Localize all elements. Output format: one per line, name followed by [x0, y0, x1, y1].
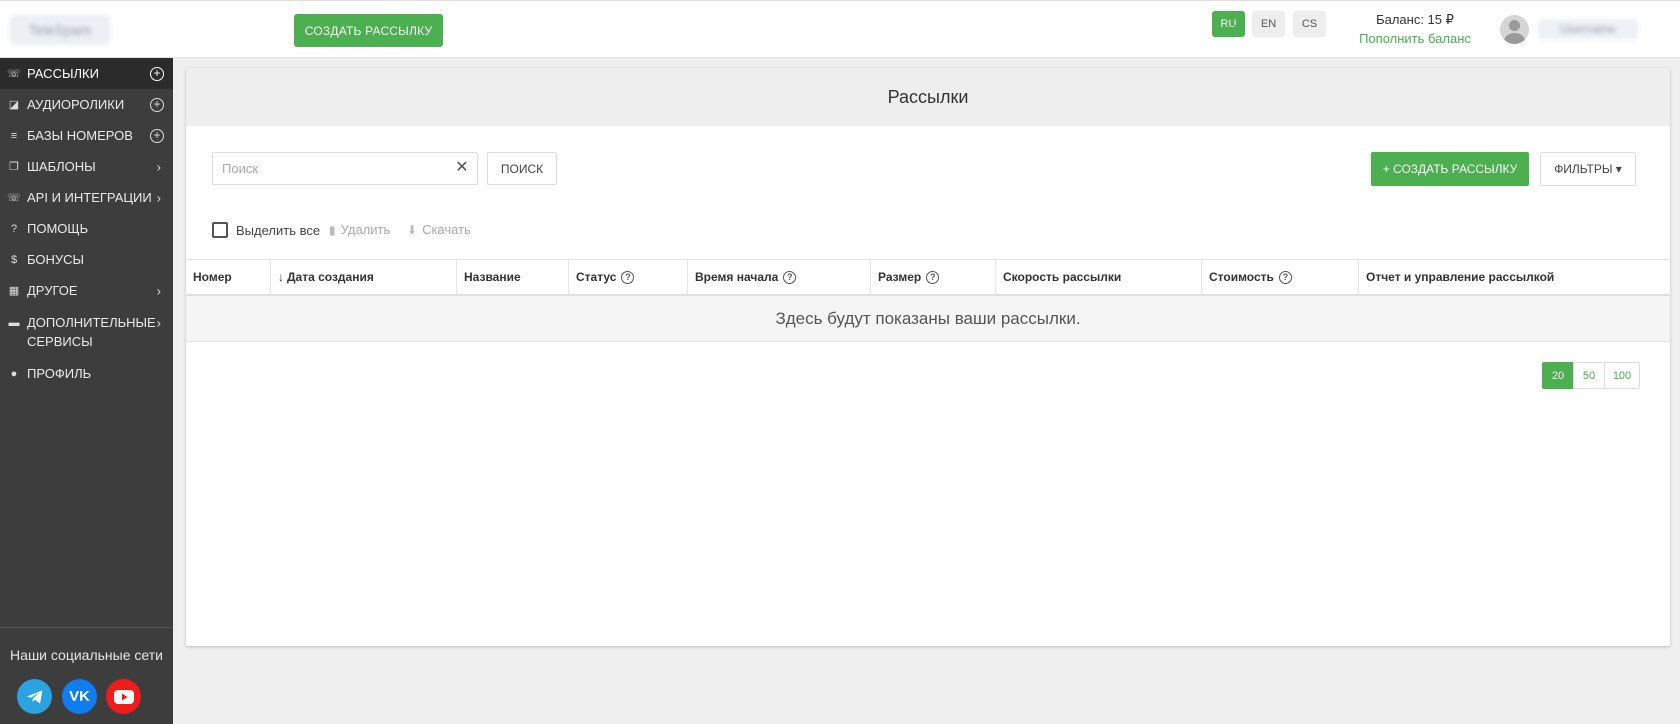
help-icon[interactable]: ?	[621, 270, 635, 284]
column-header-number[interactable]: Номер	[186, 260, 271, 294]
avatar[interactable]	[1500, 15, 1529, 44]
help-icon[interactable]: ?	[926, 270, 940, 284]
sidebar-item-label: ШАБЛОНЫ	[27, 159, 96, 174]
search-button[interactable]: ПОИСК	[487, 152, 557, 185]
sidebar-item-other[interactable]: ▦ ДРУГОЕ ›	[0, 275, 173, 306]
download-label: Скачать	[422, 222, 471, 237]
chevron-right-icon: ›	[156, 283, 161, 298]
question-icon: ?	[10, 222, 18, 235]
dollar-icon: $	[10, 253, 18, 266]
lang-en-button[interactable]: EN	[1252, 11, 1285, 37]
sidebar-item-label: АУДИОРОЛИКИ	[27, 97, 125, 112]
table-header: Номер ↓ Дата создания Название Статус ? …	[186, 259, 1670, 296]
sidebar-item-mailings[interactable]: ☏ РАССЫЛКИ +	[0, 58, 173, 89]
delete-button[interactable]: ▮ Удалить	[329, 222, 390, 237]
column-header-start-time[interactable]: Время начала ?	[688, 260, 871, 294]
mailings-card: Рассылки ✕ ПОИСК + СОЗДАТЬ РАССЫЛКУ ФИЛЬ…	[186, 68, 1670, 646]
add-circle-icon[interactable]: +	[150, 66, 164, 81]
sidebar-item-label: БОНУСЫ	[27, 252, 85, 267]
vk-icon[interactable]: VK	[62, 679, 97, 714]
chevron-right-icon: ›	[156, 315, 161, 331]
page-size-50[interactable]: 50	[1573, 362, 1605, 389]
youtube-icon[interactable]	[106, 679, 141, 714]
sidebar-item-bonuses[interactable]: $ БОНУСЫ	[0, 244, 173, 275]
select-all-checkbox[interactable]	[212, 222, 228, 238]
search-box: ✕	[212, 152, 478, 185]
select-all[interactable]: Выделить все	[212, 222, 320, 238]
add-circle-icon[interactable]: +	[150, 128, 164, 143]
sidebar-item-number-bases[interactable]: ≡ БАЗЫ НОМЕРОВ +	[0, 120, 173, 151]
sidebar-item-profile[interactable]: ● ПРОФИЛЬ	[0, 358, 173, 389]
chevron-right-icon: ›	[156, 159, 161, 174]
column-header-status[interactable]: Статус ?	[569, 260, 688, 294]
add-circle-icon[interactable]: +	[150, 97, 164, 112]
lang-ru-button[interactable]: RU	[1212, 11, 1245, 37]
audio-icon: ◪	[8, 99, 20, 111]
telegram-icon[interactable]	[17, 679, 52, 714]
top-bar: TeleSpam СОЗДАТЬ РАССЫЛКУ RU EN CS Балан…	[0, 0, 1680, 58]
sidebar-item-label: ПОМОЩЬ	[27, 221, 89, 236]
user-icon: ●	[10, 367, 18, 380]
sidebar-item-label: ДРУГОЕ	[27, 283, 78, 298]
logo[interactable]: TeleSpam	[10, 15, 110, 45]
grid-icon: ▦	[8, 285, 20, 297]
empty-state-message: Здесь будут показаны ваши рассылки.	[186, 296, 1670, 342]
page-title: Рассылки	[186, 68, 1670, 126]
sidebar-item-additional-services[interactable]: ▬ ДОПОЛНИТЕЛЬНЫЕ СЕРВИСЫ ›	[0, 306, 173, 358]
lang-cs-button[interactable]: CS	[1293, 11, 1326, 37]
create-mailing-button[interactable]: + СОЗДАТЬ РАССЫЛКУ	[1371, 152, 1529, 186]
close-icon[interactable]: ✕	[453, 159, 471, 177]
sidebar-item-audio[interactable]: ◪ АУДИОРОЛИКИ +	[0, 89, 173, 120]
sidebar-item-label: ДОПОЛНИТЕЛЬНЫЕ СЕРВИСЫ	[27, 315, 156, 349]
sidebar-item-label: БАЗЫ НОМЕРОВ	[27, 128, 133, 143]
sidebar-item-label: ПРОФИЛЬ	[27, 366, 92, 381]
divider	[0, 627, 173, 628]
username[interactable]: Username	[1538, 19, 1638, 39]
page-size-20[interactable]: 20	[1542, 362, 1574, 389]
sort-down-icon: ↓	[278, 270, 284, 284]
copy-icon: ❐	[9, 161, 19, 173]
help-icon[interactable]: ?	[783, 270, 797, 284]
database-icon: ≡	[10, 129, 18, 142]
sidebar: ☏ РАССЫЛКИ + ◪ АУДИОРОЛИКИ + ≡ БАЗЫ НОМЕ…	[0, 58, 173, 724]
page-size-100[interactable]: 100	[1604, 362, 1640, 389]
column-header-size[interactable]: Размер ?	[871, 260, 996, 294]
column-header-report: Отчет и управление рассылкой	[1366, 270, 1555, 284]
column-header-speed[interactable]: Скорость рассылки	[996, 260, 1202, 294]
phone-forward-icon: ☏	[7, 192, 21, 204]
create-mailing-top-button[interactable]: СОЗДАТЬ РАССЫЛКУ	[294, 14, 443, 47]
topup-balance-link[interactable]: Пополнить баланс	[1350, 31, 1480, 46]
column-header-name[interactable]: Название	[457, 260, 569, 294]
sidebar-item-templates[interactable]: ❐ ШАБЛОНЫ ›	[0, 151, 173, 182]
phone-icon: ☏	[7, 68, 21, 80]
delete-label: Удалить	[340, 222, 391, 237]
page-size-selector: 20 50 100	[1542, 362, 1640, 389]
sidebar-item-api[interactable]: ☏ API И ИНТЕГРАЦИИ ›	[0, 182, 173, 213]
select-all-label: Выделить все	[236, 222, 321, 238]
social-title: Наши социальные сети	[10, 647, 163, 663]
column-header-created-date[interactable]: ↓ Дата создания	[271, 260, 457, 294]
download-icon: ⬇	[407, 222, 418, 237]
trash-icon: ▮	[329, 222, 336, 237]
chevron-right-icon: ›	[156, 190, 161, 205]
balance-label: Баланс: 15 ₽	[1376, 12, 1454, 27]
search-input[interactable]	[213, 153, 443, 184]
help-icon[interactable]: ?	[1278, 270, 1292, 284]
column-header-cost[interactable]: Стоимость ?	[1202, 260, 1359, 294]
sidebar-item-label: API И ИНТЕГРАЦИИ	[27, 190, 152, 205]
download-button[interactable]: ⬇ Скачать	[407, 222, 471, 237]
services-icon: ▬	[8, 316, 20, 329]
sidebar-item-help[interactable]: ? ПОМОЩЬ	[0, 213, 173, 244]
filters-button[interactable]: ФИЛЬТРЫ ▾	[1540, 152, 1636, 186]
sidebar-item-label: РАССЫЛКИ	[27, 66, 99, 81]
mailings-table: Номер ↓ Дата создания Название Статус ? …	[186, 259, 1670, 342]
